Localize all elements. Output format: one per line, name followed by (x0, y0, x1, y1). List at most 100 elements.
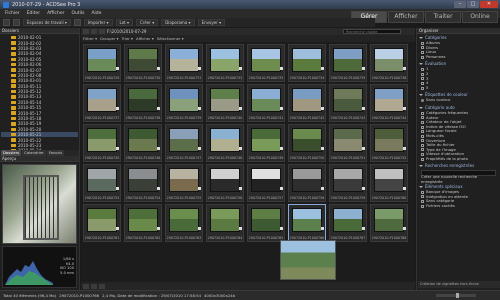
checkbox-icon[interactable] (421, 68, 424, 72)
thumbnail-checkbox[interactable] (361, 67, 365, 70)
thumbnail-checkbox[interactable] (402, 187, 406, 190)
checkbox-icon[interactable] (421, 134, 424, 138)
thumbnail-checkbox[interactable] (279, 67, 283, 70)
thumbnail-checkbox[interactable] (361, 187, 365, 190)
tab-calendar[interactable]: Calendrier (22, 150, 46, 156)
checkbox-icon[interactable] (421, 143, 424, 147)
thumbnail-checkbox[interactable] (115, 67, 119, 70)
thumbnail-checkbox[interactable] (279, 227, 283, 230)
send-menu[interactable]: Envoyer ▾ (197, 19, 226, 26)
create-menu[interactable]: Créer ▾ (136, 19, 159, 26)
view-menu[interactable]: Afficher ▾ (136, 36, 154, 41)
thumbnail-checkbox[interactable] (238, 147, 242, 150)
checkbox-icon[interactable] (421, 195, 424, 199)
thumbnail-checkbox[interactable] (361, 227, 365, 230)
organize-item[interactable]: Fichiers cochés (419, 203, 498, 209)
thumbnail-checkbox[interactable] (156, 67, 160, 70)
thumbnail[interactable]: 29072010-P1000758 (288, 164, 326, 202)
organize-item[interactable]: Propriétés de la photo (419, 156, 498, 162)
tab-favorites[interactable]: Favoris (46, 150, 65, 156)
thumbnail[interactable]: 29072010-P1000760 (370, 164, 408, 202)
select-all-icon[interactable] (83, 283, 89, 289)
deselect-icon[interactable] (91, 283, 97, 289)
thumbnail[interactable]: 29072010-P1000737 (83, 84, 121, 122)
checkbox-icon[interactable] (421, 81, 424, 85)
checkbox-icon[interactable] (421, 77, 424, 81)
thumbnail-checkbox[interactable] (238, 227, 242, 230)
nav-up-icon[interactable] (99, 29, 105, 34)
sort-menu[interactable]: Trier ▾ (122, 36, 133, 41)
thumbnail[interactable]: 29072010-P1000764 (206, 204, 244, 242)
thumbnail[interactable]: 29072010-P1000756 (206, 164, 244, 202)
workspaces-menu[interactable]: Espaces de travail ▾ (23, 19, 71, 26)
quick-search-input[interactable]: Recherche rapide (343, 29, 401, 34)
checkbox-icon[interactable] (421, 190, 424, 194)
menu-fichier[interactable]: Fichier (5, 11, 20, 16)
group-menu[interactable]: Grouper ▾ (100, 36, 119, 41)
thumbnail[interactable]: 29072010-P1000755 (165, 164, 203, 202)
menu-aide[interactable]: Aide (91, 11, 101, 16)
menu-outils[interactable]: Outils (71, 11, 84, 16)
checkbox-icon[interactable] (421, 130, 424, 134)
zoom-slider[interactable] (436, 293, 476, 298)
thumbnail[interactable]: 29072010-P1000747 (165, 124, 203, 162)
organize-item[interactable]: 5 (419, 85, 498, 91)
maximize-button[interactable]: □ (467, 1, 479, 8)
thumbnail-checkbox[interactable] (197, 147, 201, 150)
thumbnail-checkbox[interactable] (156, 187, 160, 190)
thumbnail[interactable]: 29072010-P1000754 (124, 164, 162, 202)
nav-forward-icon[interactable] (91, 29, 97, 34)
thumbnail-checkbox[interactable] (402, 107, 406, 110)
thumbnail[interactable]: 29072010-P1000744 (370, 84, 408, 122)
thumbnail[interactable]: 29072010-P1000740 (206, 84, 244, 122)
expand-arrow-icon[interactable] (419, 63, 423, 66)
thumbnail-checkbox[interactable] (320, 187, 324, 190)
checkbox-icon[interactable] (421, 157, 424, 161)
tab-afficher[interactable]: Afficher (388, 11, 424, 23)
thumbnail[interactable]: 29072010-P1000742 (288, 84, 326, 122)
organize-item[interactable]: Personnes (419, 54, 498, 60)
thumbnail[interactable]: 29072010-P1000766 (288, 204, 326, 242)
zoom-slider-knob[interactable] (456, 293, 460, 298)
thumbnail[interactable]: 29072010-P1000768 (370, 204, 408, 242)
checkbox-icon[interactable] (421, 125, 424, 129)
thumbnail-checkbox[interactable] (197, 67, 201, 70)
thumbnail[interactable]: 29072010-P1000761 (83, 204, 121, 242)
thumbnail[interactable]: 29072010-P1000749 (247, 124, 285, 162)
thumbnail-checkbox[interactable] (197, 187, 201, 190)
organize-item[interactable]: Sans couleur (419, 98, 498, 103)
thumbnail-checkbox[interactable] (402, 67, 406, 70)
thumbnail[interactable]: 29072010-P1000743 (329, 84, 367, 122)
tab-traiter[interactable]: Traiter (425, 11, 461, 23)
thumbnail-checkbox[interactable] (279, 147, 283, 150)
filter-menu[interactable]: Filtrer ▾ (83, 36, 97, 41)
refresh-icon[interactable] (73, 19, 81, 26)
expand-arrow-icon[interactable] (419, 106, 423, 109)
expand-arrow-icon[interactable] (419, 94, 423, 97)
thumbnail[interactable]: 29072010-P1000762 (124, 204, 162, 242)
thumbnail-checkbox[interactable] (156, 107, 160, 110)
expand-arrow-icon[interactable] (419, 165, 423, 168)
checkbox-icon[interactable] (421, 116, 424, 120)
thumbnail[interactable]: 29072010-P1000738 (124, 84, 162, 122)
thumbnail[interactable]: 29072010-P1000757 (247, 164, 285, 202)
expand-arrow-icon[interactable] (419, 186, 423, 189)
thumbnail-checkbox[interactable] (156, 147, 160, 150)
batch-menu[interactable]: Lot ▾ (115, 19, 133, 26)
thumbnail[interactable]: 29072010-P1000731 (165, 44, 203, 82)
checkbox-icon[interactable] (421, 86, 424, 90)
tag-icon[interactable] (99, 283, 105, 289)
thumbnail-checkbox[interactable] (197, 107, 201, 110)
nav-back-icon[interactable] (83, 29, 89, 34)
checkbox-icon[interactable] (421, 120, 424, 124)
thumbnail[interactable]: 29072010-P1000736 (370, 44, 408, 82)
checkbox-icon[interactable] (421, 55, 424, 59)
thumbnail[interactable]: 29072010-P1000732 (206, 44, 244, 82)
thumbnail[interactable]: 29072010-P1000734 (288, 44, 326, 82)
minimize-button[interactable]: – (454, 1, 466, 8)
expand-arrow-icon[interactable] (419, 37, 423, 39)
thumbnail-checkbox[interactable] (279, 107, 283, 110)
back-icon[interactable] (3, 19, 10, 26)
organize-item[interactable]: Créer une nouvelle recherche enregistrée (419, 174, 498, 183)
thumbnail[interactable]: 29072010-P1000767 (329, 204, 367, 242)
